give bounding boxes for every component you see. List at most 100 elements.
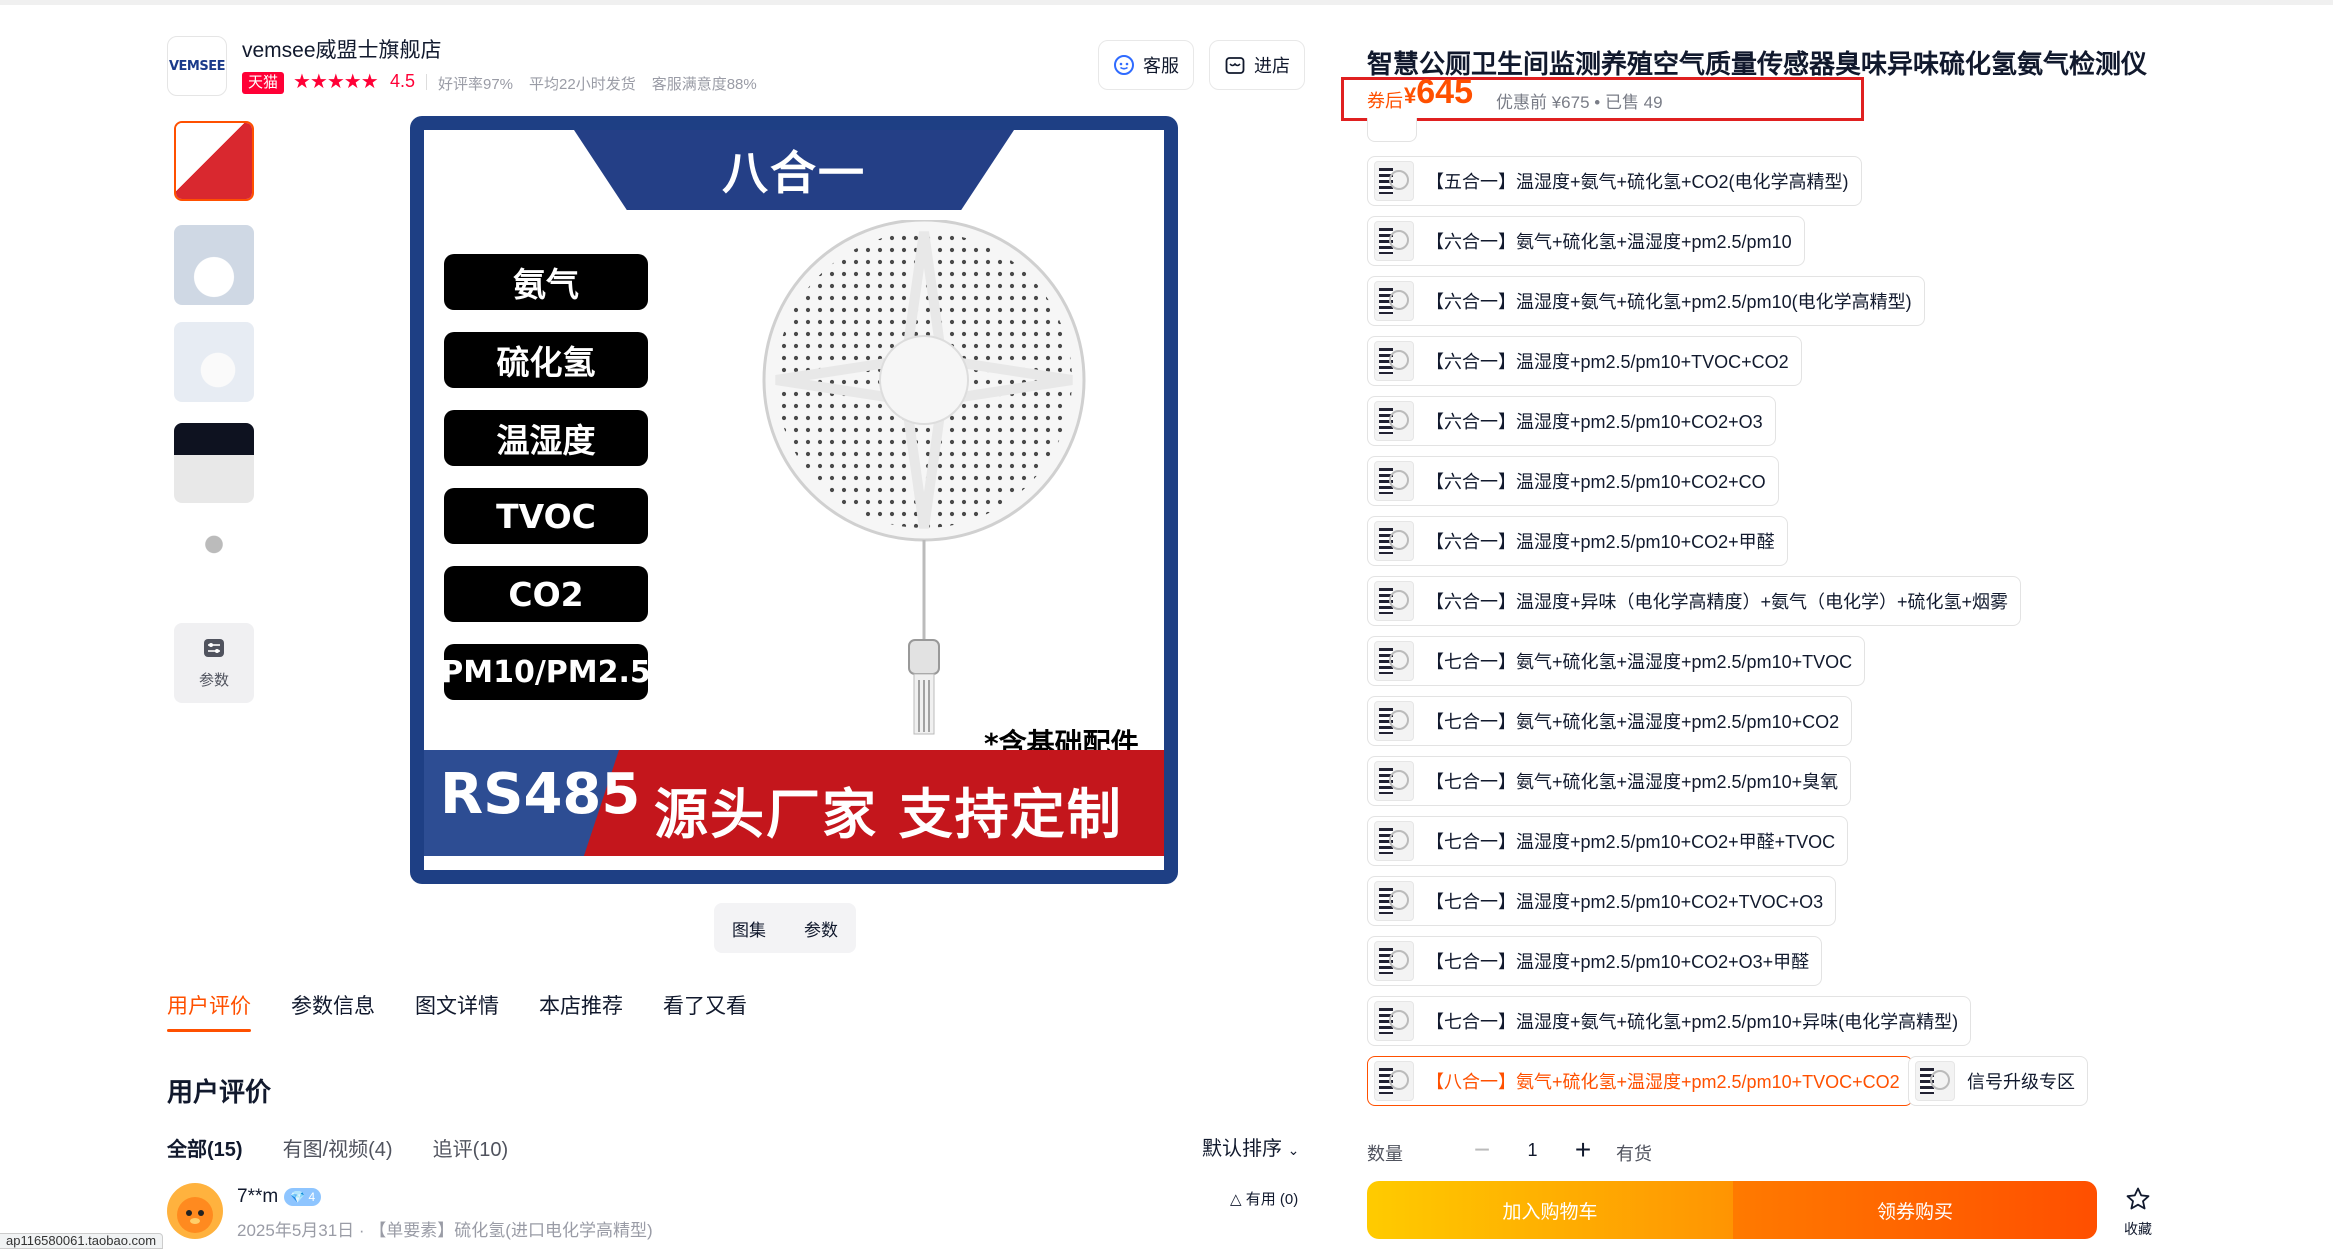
quantity-value[interactable]: 1 bbox=[1504, 1140, 1561, 1161]
thumbnail-2[interactable] bbox=[174, 225, 254, 305]
favorite-label: 收藏 bbox=[2124, 1221, 2152, 1237]
currency-symbol: ¥ bbox=[1404, 83, 1417, 108]
reviews-heading: 用户评价 bbox=[167, 1077, 272, 1107]
sku-thumbnail bbox=[1374, 701, 1414, 741]
sku-thumbnail bbox=[1374, 941, 1414, 981]
product-price: ¥645 bbox=[1404, 73, 1473, 112]
sku-label: 【七合一】温湿度+pm2.5/pm10+CO2+O3+甲醛 bbox=[1426, 952, 1810, 972]
sku-option[interactable]: 【七合一】温湿度+pm2.5/pm10+CO2+O3+甲醛 bbox=[1367, 936, 1823, 986]
stat-shipping-time: 平均22小时发货 bbox=[529, 76, 636, 93]
rating-stars: ★★★★★ bbox=[293, 71, 379, 93]
sku-thumbnail bbox=[1374, 281, 1414, 321]
star-outline-icon bbox=[2125, 1186, 2151, 1215]
sku-option[interactable]: 【七合一】温湿度+氨气+硫化氢+pm2.5/pm10+异味(电化学高精型) bbox=[1367, 996, 1972, 1046]
sku-option[interactable]: 【六合一】温湿度+pm2.5/pm10+CO2+CO bbox=[1367, 456, 1779, 506]
price-value: 645 bbox=[1416, 73, 1473, 111]
review-filters: 全部(15) 有图/视频(4) 追评(10) bbox=[167, 1133, 508, 1162]
sliders-icon bbox=[202, 637, 226, 663]
rs485-label: RS485 bbox=[440, 762, 641, 827]
quantity-stepper: − 1 + bbox=[1460, 1128, 1605, 1172]
sku-option[interactable]: 【七合一】氨气+硫化氢+温湿度+pm2.5/pm10+臭氧 bbox=[1367, 756, 1852, 806]
decrement-button[interactable]: − bbox=[1460, 1128, 1504, 1172]
shop-logo[interactable]: VEMSEE bbox=[167, 36, 227, 96]
enter-shop-label: 进店 bbox=[1254, 56, 1290, 76]
sku-thumbnail bbox=[1374, 161, 1414, 201]
sku-option[interactable]: 【六合一】温湿度+pm2.5/pm10+TVOC+CO2 bbox=[1367, 336, 1802, 386]
sku-thumbnail bbox=[1374, 521, 1414, 561]
enter-shop-button[interactable]: 进店 bbox=[1209, 40, 1305, 90]
sku-label: 【六合一】温湿度+pm2.5/pm10+CO2+CO bbox=[1426, 472, 1766, 492]
thumbnail-1[interactable] bbox=[174, 121, 254, 201]
sku-option-signal-upgrade[interactable]: 信号升级专区 bbox=[1908, 1056, 2088, 1106]
sku-label: 【六合一】氨气+硫化氢+温湿度+pm2.5/pm10 bbox=[1426, 232, 1792, 252]
top-divider bbox=[0, 0, 2333, 5]
tab-parameters[interactable]: 参数信息 bbox=[291, 990, 375, 1032]
chat-icon bbox=[1113, 54, 1135, 76]
sku-label: 【七合一】氨气+硫化氢+温湿度+pm2.5/pm10+TVOC bbox=[1426, 652, 1853, 672]
useful-button[interactable]: △ 有用 (0) bbox=[1230, 1188, 1298, 1209]
sku-label: 【八合一】氨气+硫化氢+温湿度+pm2.5/pm10+TVOC+CO2 bbox=[1426, 1072, 1900, 1092]
sku-option-partial[interactable] bbox=[1367, 118, 1417, 142]
sku-option[interactable]: 【六合一】温湿度+氨气+硫化氢+pm2.5/pm10(电化学高精型) bbox=[1367, 276, 1925, 326]
sku-option[interactable]: 【六合一】温湿度+pm2.5/pm10+CO2+甲醛 bbox=[1367, 516, 1788, 566]
thumb-up-icon: △ bbox=[1230, 1191, 1242, 1208]
sku-label: 【六合一】温湿度+氨气+硫化氢+pm2.5/pm10(电化学高精型) bbox=[1426, 292, 1912, 312]
sku-label: 【七合一】氨气+硫化氢+温湿度+pm2.5/pm10+臭氧 bbox=[1426, 772, 1839, 792]
vip-badge: 💎 4 bbox=[284, 1188, 322, 1206]
main-product-image[interactable]: 八合一 氨气 硫化氢 温湿度 TVOC CO2 PM10/PM2.5 *含基础配… bbox=[410, 116, 1178, 884]
sku-thumbnail bbox=[1374, 821, 1414, 861]
sku-label: 【五合一】温湿度+氨气+硫化氢+CO2(电化学高精型) bbox=[1426, 172, 1849, 192]
main-image-canvas: 八合一 氨气 硫化氢 温湿度 TVOC CO2 PM10/PM2.5 *含基础配… bbox=[424, 130, 1164, 870]
useful-label: 有用 (0) bbox=[1245, 1191, 1299, 1208]
buy-with-coupon-button[interactable]: 领券购买 bbox=[1733, 1181, 2097, 1239]
sort-dropdown[interactable]: 默认排序 ⌄ bbox=[1202, 1132, 1299, 1161]
add-to-cart-button[interactable]: 加入购物车 bbox=[1367, 1181, 1733, 1239]
sku-thumbnail bbox=[1374, 461, 1414, 501]
sensor-device-illustration bbox=[762, 220, 1086, 735]
sku-label: 【六合一】温湿度+pm2.5/pm10+CO2+甲醛 bbox=[1426, 532, 1775, 552]
increment-button[interactable]: + bbox=[1561, 1128, 1605, 1172]
feature-pill-temp-humidity: 温湿度 bbox=[444, 410, 648, 466]
segment-params[interactable]: 参数 bbox=[804, 916, 838, 941]
sku-thumbnail bbox=[1374, 1001, 1414, 1041]
customer-service-button[interactable]: 客服 bbox=[1098, 40, 1194, 90]
reviewer-name: 7**m bbox=[237, 1186, 279, 1207]
status-bar-url: ap116580061.taobao.com bbox=[0, 1233, 164, 1249]
sku-thumbnail bbox=[1374, 401, 1414, 441]
sku-option[interactable]: 【七合一】氨气+硫化氢+温湿度+pm2.5/pm10+CO2 bbox=[1367, 696, 1853, 746]
factory-slogan: 源头厂家 支持定制 bbox=[654, 783, 1123, 846]
filter-with-media[interactable]: 有图/视频(4) bbox=[283, 1133, 393, 1162]
sku-option[interactable]: 【六合一】温湿度+异味（电化学高精度）+氨气（电化学）+硫化氢+烟雾 bbox=[1367, 576, 2022, 626]
tab-details[interactable]: 图文详情 bbox=[415, 990, 499, 1032]
stat-positive-rate: 好评率97% bbox=[438, 76, 514, 93]
thumbnail-4[interactable] bbox=[174, 423, 254, 503]
filter-follow-up[interactable]: 追评(10) bbox=[433, 1133, 509, 1162]
chevron-down-icon: ⌄ bbox=[1287, 1142, 1300, 1158]
shop-stats: 好评率97% 平均22小时发货 客服满意度88% bbox=[438, 73, 757, 94]
tab-also-viewed[interactable]: 看了又看 bbox=[663, 990, 747, 1032]
sku-label: 【六合一】温湿度+异味（电化学高精度）+氨气（电化学）+硫化氢+烟雾 bbox=[1426, 592, 2009, 612]
sku-label: 【六合一】温湿度+pm2.5/pm10+TVOC+CO2 bbox=[1426, 352, 1789, 372]
sku-option-selected[interactable]: 【八合一】氨气+硫化氢+温湿度+pm2.5/pm10+TVOC+CO2 bbox=[1367, 1056, 1913, 1106]
sku-option[interactable]: 【六合一】氨气+硫化氢+温湿度+pm2.5/pm10 bbox=[1367, 216, 1805, 266]
sku-option[interactable]: 【五合一】温湿度+氨气+硫化氢+CO2(电化学高精型) bbox=[1367, 156, 1862, 206]
segment-album[interactable]: 图集 bbox=[732, 916, 766, 941]
sku-option[interactable]: 【七合一】温湿度+pm2.5/pm10+CO2+TVOC+O3 bbox=[1367, 876, 1837, 926]
feature-pill-pm: PM10/PM2.5 bbox=[441, 644, 651, 700]
sku-option[interactable]: 【六合一】温湿度+pm2.5/pm10+CO2+O3 bbox=[1367, 396, 1776, 446]
feature-pill-tvoc: TVOC bbox=[444, 488, 648, 544]
sku-thumbnail bbox=[1374, 1061, 1414, 1101]
filter-all[interactable]: 全部(15) bbox=[167, 1133, 243, 1162]
sku-option[interactable]: 【七合一】氨气+硫化氢+温湿度+pm2.5/pm10+TVOC bbox=[1367, 636, 1866, 686]
params-thumbnail[interactable]: 参数 bbox=[174, 623, 254, 703]
tab-shop-recommend[interactable]: 本店推荐 bbox=[539, 990, 623, 1032]
stat-service-satisfaction: 客服满意度88% bbox=[651, 76, 757, 93]
tab-user-reviews[interactable]: 用户评价 bbox=[167, 990, 251, 1032]
sku-thumbnail bbox=[1374, 761, 1414, 801]
params-thumbnail-label: 参数 bbox=[198, 671, 229, 689]
shop-name[interactable]: vemsee威盟士旗舰店 bbox=[242, 34, 442, 64]
thumbnail-5[interactable] bbox=[174, 522, 254, 602]
sku-option[interactable]: 【七合一】温湿度+pm2.5/pm10+CO2+甲醛+TVOC bbox=[1367, 816, 1849, 866]
thumbnail-3[interactable] bbox=[174, 322, 254, 402]
favorite-button[interactable]: 收藏 bbox=[2118, 1186, 2158, 1239]
